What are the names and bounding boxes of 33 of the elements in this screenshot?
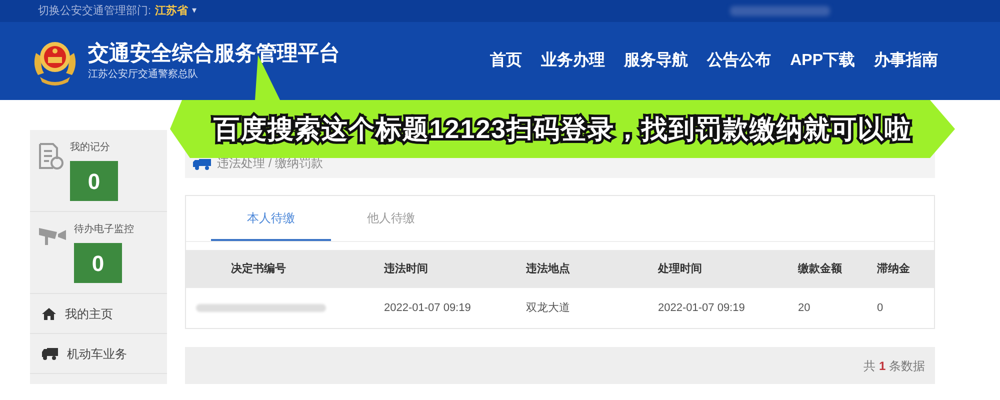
column-header: 处理时间 xyxy=(658,262,703,277)
table-cell-text: 双龙大道 xyxy=(526,300,570,316)
region-dropdown[interactable]: 江苏省 ▾ xyxy=(155,2,198,20)
table-cell-text: 2022-01-07 09:19 xyxy=(384,300,471,316)
column-header: 违法地点 xyxy=(526,262,571,277)
nav-link[interactable]: 公告公布 xyxy=(707,49,772,73)
document-icon xyxy=(38,142,64,170)
table-cell-text: 2022-01-07 09:19 xyxy=(658,300,745,316)
column-header: 缴款金额 xyxy=(798,262,843,277)
nav-link[interactable]: 服务导航 xyxy=(624,49,688,73)
truck-icon xyxy=(193,159,211,170)
stat-label: 待办电子监控 xyxy=(74,222,134,237)
truck-icon xyxy=(42,348,58,360)
stat-value: 0 xyxy=(70,161,118,201)
stat-label: 我的记分 xyxy=(70,140,111,155)
tab[interactable]: 本人待缴 xyxy=(211,196,331,241)
column-header: 违法时间 xyxy=(384,262,429,277)
table-cell-text: 20 xyxy=(798,300,810,316)
record-count: 共 1 条数据 xyxy=(864,358,925,374)
department-label: 切换公安交通管理部门: xyxy=(38,4,152,19)
home-icon xyxy=(42,308,56,320)
table-cell-text: 0 xyxy=(877,300,884,316)
column-header: 决定书编号 xyxy=(231,262,287,277)
nav-link[interactable]: 首页 xyxy=(490,49,522,73)
nav-link[interactable]: 业务办理 xyxy=(541,49,606,73)
site-subtitle: 江苏公安厅交通警察总队 xyxy=(88,68,199,82)
nav-link[interactable]: 办事指南 xyxy=(874,49,938,73)
sidebar-item[interactable]: 机动车业务 xyxy=(30,334,167,374)
sidebar-item[interactable]: 我的主页 xyxy=(30,294,167,334)
stat-value: 0 xyxy=(74,243,122,283)
site-title: 交通安全综合服务管理平台 xyxy=(88,40,340,66)
nav-link[interactable]: APP下载 xyxy=(790,49,855,73)
column-header: 滞纳金 xyxy=(877,262,911,277)
